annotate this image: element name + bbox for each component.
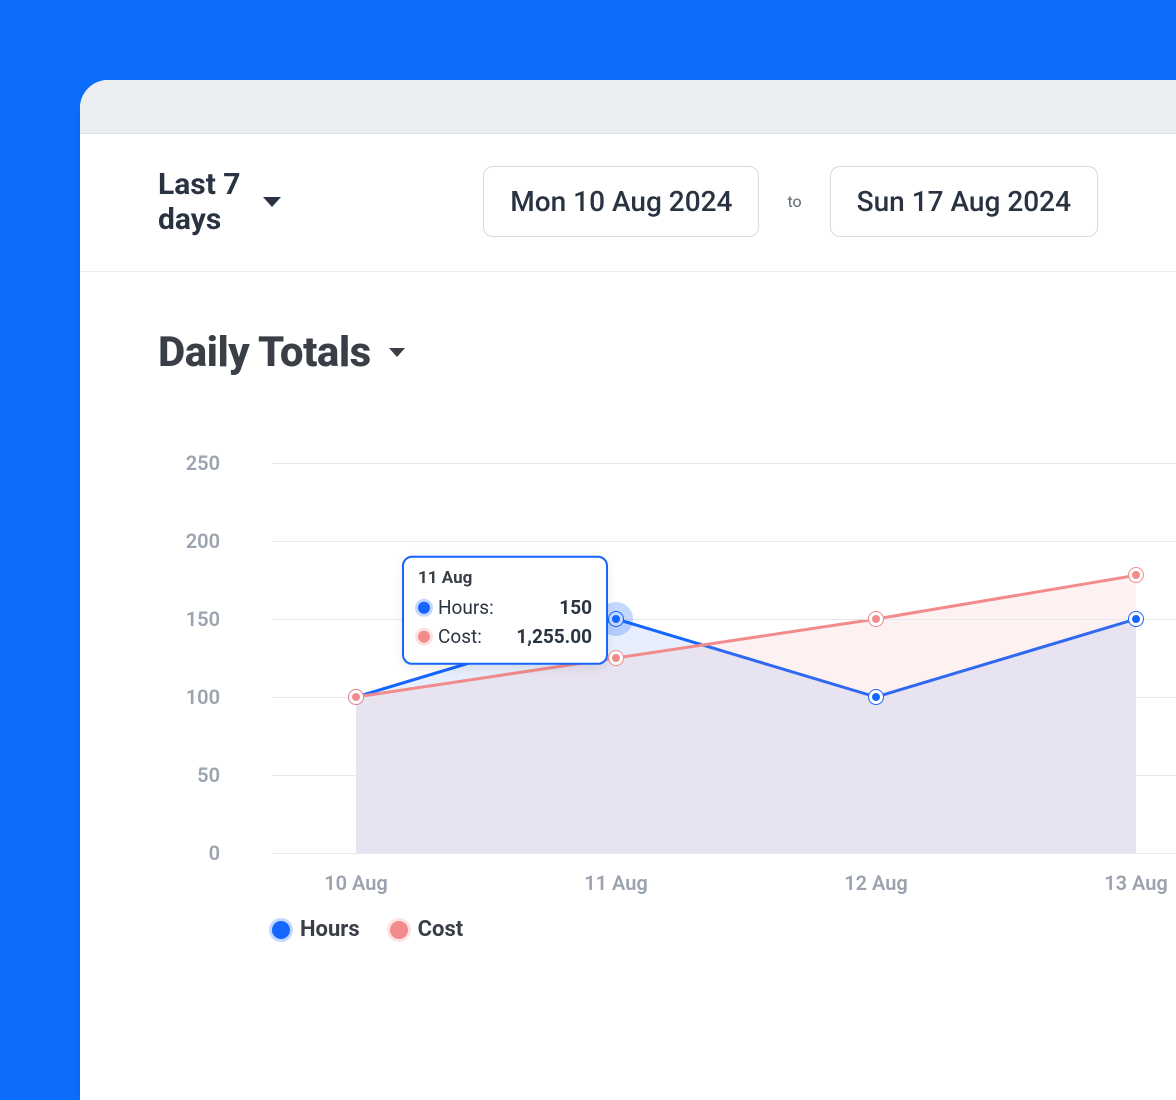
date-to-input[interactable]: Sun 17 Aug 2024 — [830, 166, 1098, 237]
date-range-dropdown[interactable]: Last 7 days — [158, 167, 281, 237]
tooltip-value: 150 — [559, 594, 592, 623]
date-range-label: Last 7 days — [158, 167, 249, 237]
y-tick-label: 100 — [140, 685, 220, 709]
data-point-hours[interactable] — [1129, 612, 1143, 626]
chart-legend: Hours Cost — [272, 917, 463, 942]
chevron-down-icon — [263, 197, 281, 207]
tooltip-value: 1,255.00 — [516, 622, 592, 651]
y-tick-label: 50 — [140, 763, 220, 787]
y-tick-label: 200 — [140, 529, 220, 553]
date-to-label: to — [787, 192, 801, 211]
legend-dot-cost-icon — [390, 921, 408, 939]
data-point-cost[interactable] — [609, 651, 623, 665]
data-point-cost[interactable] — [869, 612, 883, 626]
plot-area: 10 Aug11 Aug12 Aug13 Aug11 Aug Hours: 15… — [272, 463, 1176, 853]
tooltip-title: 11 Aug — [418, 568, 592, 588]
data-point-hours[interactable] — [869, 690, 883, 704]
section-title-text: Daily Totals — [158, 328, 371, 377]
date-from-input[interactable]: Mon 10 Aug 2024 — [483, 166, 759, 237]
y-axis: 050100150200250 — [144, 463, 244, 853]
app-panel: Last 7 days Mon 10 Aug 2024 to Sun 17 Au… — [80, 80, 1176, 1100]
dot-cost-icon — [418, 631, 430, 643]
window-titlebar — [80, 80, 1176, 134]
tooltip-row: Hours: 150 — [418, 594, 592, 623]
y-tick-label: 250 — [140, 451, 220, 475]
chevron-down-icon — [389, 348, 405, 357]
tooltip-label: Cost: — [438, 622, 482, 651]
content-area: Daily Totals 050100150200250 10 Aug11 Au… — [80, 272, 1176, 377]
y-tick-label: 0 — [140, 841, 220, 865]
section-title-dropdown[interactable]: Daily Totals — [158, 328, 1176, 377]
legend-dot-hours-icon — [272, 921, 290, 939]
gridline — [272, 853, 1176, 854]
gridline — [272, 541, 1176, 542]
y-tick-label: 150 — [140, 607, 220, 631]
tooltip-row: Cost: 1,255.00 — [418, 622, 592, 651]
gridline — [272, 775, 1176, 776]
gridline — [272, 463, 1176, 464]
x-tick-label: 11 Aug — [584, 871, 648, 895]
legend-label-hours: Hours — [300, 917, 360, 942]
data-point-cost[interactable] — [1129, 568, 1143, 582]
legend-label-cost: Cost — [418, 917, 464, 942]
x-tick-label: 13 Aug — [1104, 871, 1168, 895]
chart-tooltip: 11 Aug Hours: 150 Cost: 1,255.00 — [402, 556, 608, 665]
data-point-cost[interactable] — [349, 690, 363, 704]
x-tick-label: 10 Aug — [324, 871, 388, 895]
x-tick-label: 12 Aug — [844, 871, 908, 895]
header-bar: Last 7 days Mon 10 Aug 2024 to Sun 17 Au… — [80, 134, 1176, 272]
dot-hours-icon — [418, 602, 430, 614]
legend-item-cost[interactable]: Cost — [390, 917, 464, 942]
tooltip-label: Hours: — [438, 594, 494, 623]
gridline — [272, 697, 1176, 698]
legend-item-hours[interactable]: Hours — [272, 917, 360, 942]
